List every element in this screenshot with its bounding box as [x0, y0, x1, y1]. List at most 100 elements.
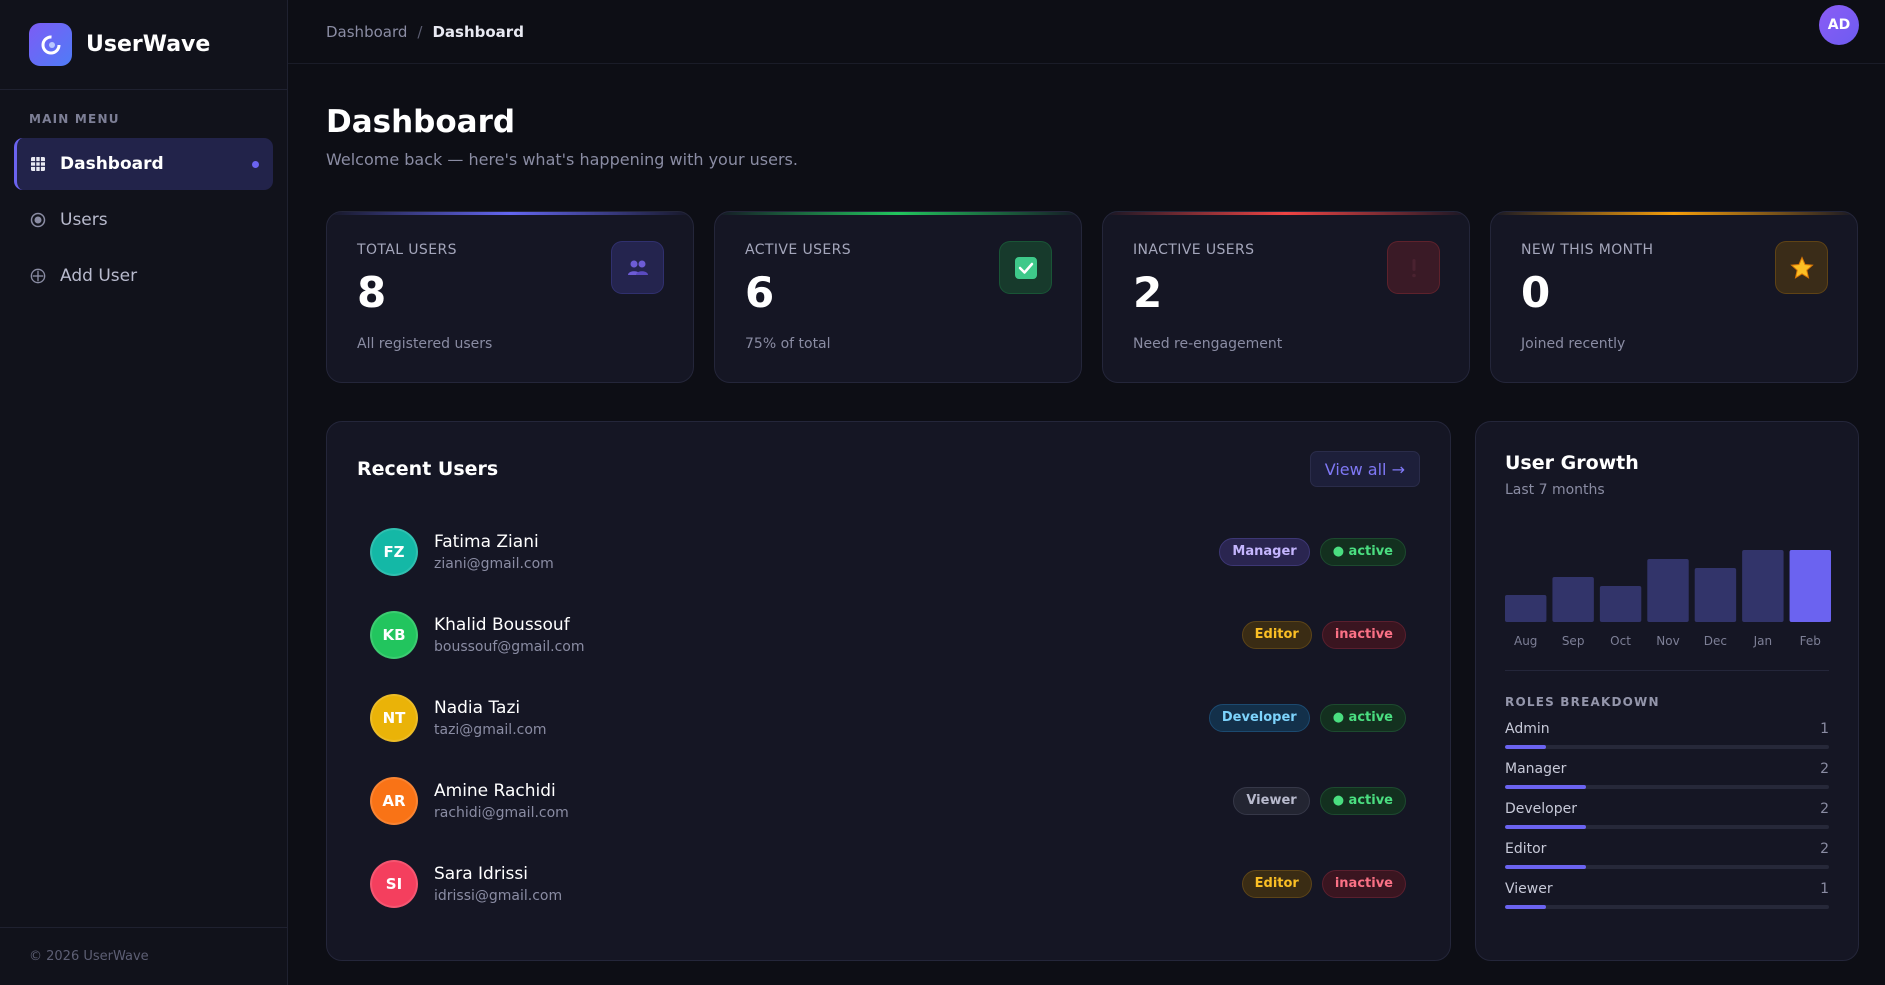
status-badge: ● active [1319, 537, 1406, 566]
page-subtitle: Welcome back — here's what's happening w… [326, 150, 798, 169]
sidebar: UserWave MAIN MENU Dashboard Users Add U… [0, 0, 288, 985]
x-tick-label: Nov [1656, 634, 1680, 648]
role-count: 1 [1820, 881, 1829, 897]
alert-icon [1387, 241, 1440, 294]
breadcrumb-separator: / [417, 22, 423, 41]
role-item: Editor 2 [1505, 841, 1829, 869]
role-name: Developer [1505, 801, 1578, 817]
role-progress-fill [1505, 825, 1586, 829]
panel-title: User Growth [1505, 452, 1639, 474]
sidebar-nav: Dashboard Users Add User [0, 138, 287, 306]
user-avatar[interactable]: AD [1819, 5, 1859, 45]
user-badges: Viewer ● active [1233, 786, 1406, 815]
stat-card-total-users: TOTAL USERS 8 All registered users [326, 211, 694, 383]
role-badge: Developer [1208, 703, 1310, 732]
check-icon [999, 241, 1052, 294]
table-row[interactable]: SI Sara Idrissi idrissi@gmail.com Editor ina… [357, 842, 1420, 925]
user-name: Nadia Tazi [434, 697, 521, 718]
avatar: AR [370, 776, 418, 825]
role-progress-track [1505, 745, 1829, 749]
brand-logo-icon [29, 23, 72, 66]
stat-caption: Need re-engagement [1133, 336, 1283, 352]
status-badge: ● active [1319, 786, 1406, 815]
view-all-button[interactable]: View all → [1309, 451, 1420, 487]
stat-accent-bar [1103, 212, 1469, 215]
sidebar-item-label: Dashboard [60, 154, 164, 174]
sidebar-item-label: Users [60, 210, 108, 230]
users-icon [611, 241, 664, 294]
bar-nov[interactable] [1647, 559, 1689, 622]
user-email: boussouf@gmail.com [434, 638, 585, 655]
role-badge: Editor [1241, 869, 1312, 898]
user-name: Sara Idrissi [434, 863, 528, 884]
user-badges: Editor inactive [1241, 620, 1406, 649]
stat-caption: All registered users [357, 336, 493, 352]
bar-jan[interactable] [1742, 550, 1784, 622]
plus-circle-icon [30, 268, 46, 284]
bar-feb[interactable] [1789, 550, 1831, 622]
bar-sep[interactable] [1552, 577, 1594, 622]
role-badge: Editor [1241, 620, 1312, 649]
stats-row: TOTAL USERS 8 All registered users ACTIV… [326, 211, 1858, 383]
brand-name: UserWave [86, 32, 211, 57]
panel-title: Recent Users [357, 458, 499, 480]
panel-subtitle: Last 7 months [1505, 482, 1605, 498]
sidebar-item-dashboard[interactable]: Dashboard [14, 138, 273, 190]
grid-icon [30, 156, 46, 172]
user-name: Khalid Boussouf [434, 614, 570, 635]
user-email: ziani@gmail.com [434, 555, 554, 572]
status-badge: ● active [1319, 703, 1406, 732]
role-head: Manager 2 [1505, 761, 1829, 777]
role-progress-track [1505, 785, 1829, 789]
user-badges: Developer ● active [1208, 703, 1406, 732]
divider [1505, 670, 1829, 671]
role-count: 2 [1820, 801, 1829, 817]
role-progress-track [1505, 825, 1829, 829]
brand[interactable]: UserWave [0, 0, 287, 90]
x-tick-label: Dec [1703, 634, 1728, 648]
stat-card-new-this-month: NEW THIS MONTH 0 Joined recently [1490, 211, 1858, 383]
table-row[interactable]: FZ Fatima Ziani ziani@gmail.com Manager ● ac… [357, 510, 1420, 593]
user-info: Fatima Ziani ziani@gmail.com [434, 532, 554, 572]
page-header: Dashboard Welcome back — here's what's h… [288, 64, 1885, 169]
role-progress-fill [1505, 905, 1546, 909]
table-row[interactable]: NT Nadia Tazi tazi@gmail.com Developer ● act… [357, 676, 1420, 759]
sidebar-item-add-user[interactable]: Add User [14, 250, 273, 302]
table-row[interactable]: AR Amine Rachidi rachidi@gmail.com Viewer ● … [357, 759, 1420, 842]
stat-accent-bar [1491, 212, 1857, 215]
user-name: Amine Rachidi [434, 780, 556, 801]
role-name: Manager [1505, 761, 1567, 777]
sidebar-item-users[interactable]: Users [14, 194, 273, 246]
stat-card-inactive-users: INACTIVE USERS 2 Need re-engagement [1102, 211, 1470, 383]
table-row[interactable]: KB Khalid Boussouf boussouf@gmail.com Edito… [357, 593, 1420, 676]
user-badges: Editor inactive [1241, 869, 1406, 898]
role-progress-track [1505, 865, 1829, 869]
stat-accent-bar [327, 212, 693, 215]
growth-chart-svg [1505, 550, 1831, 622]
avatar: FZ [370, 527, 418, 576]
role-count: 2 [1820, 841, 1829, 857]
x-tick-label: Feb [1799, 634, 1821, 648]
bar-oct[interactable] [1599, 586, 1642, 622]
status-badge: inactive [1321, 620, 1406, 649]
bar-dec[interactable] [1694, 568, 1737, 622]
breadcrumb: Dashboard / Dashboard [326, 23, 524, 41]
role-progress-fill [1505, 785, 1586, 789]
breadcrumb-item[interactable]: Dashboard [326, 23, 407, 41]
roles-list: Admin 1 Manager 2 Developer 2 Editor 2 Viewer 1 [1505, 721, 1829, 909]
radio-icon [30, 212, 46, 228]
x-tick-label: Sep [1561, 634, 1585, 648]
user-info: Khalid Boussouf boussouf@gmail.com [434, 615, 585, 655]
menu-section-label: MAIN MENU [29, 112, 120, 126]
x-tick-label: Jan [1753, 634, 1773, 648]
user-email: tazi@gmail.com [434, 721, 547, 738]
stat-caption: Joined recently [1521, 336, 1626, 352]
stat-caption: 75% of total [745, 336, 831, 352]
recent-users-panel: Recent Users View all → FZ Fatima Ziani zi… [326, 421, 1451, 961]
stat-accent-bar [715, 212, 1081, 215]
role-head: Developer 2 [1505, 801, 1829, 817]
user-growth-panel: User Growth Last 7 months Aug Sep Oct Nov De… [1475, 421, 1859, 961]
user-info: Nadia Tazi tazi@gmail.com [434, 698, 547, 738]
role-progress-fill [1505, 865, 1586, 869]
bar-aug[interactable] [1505, 595, 1547, 622]
